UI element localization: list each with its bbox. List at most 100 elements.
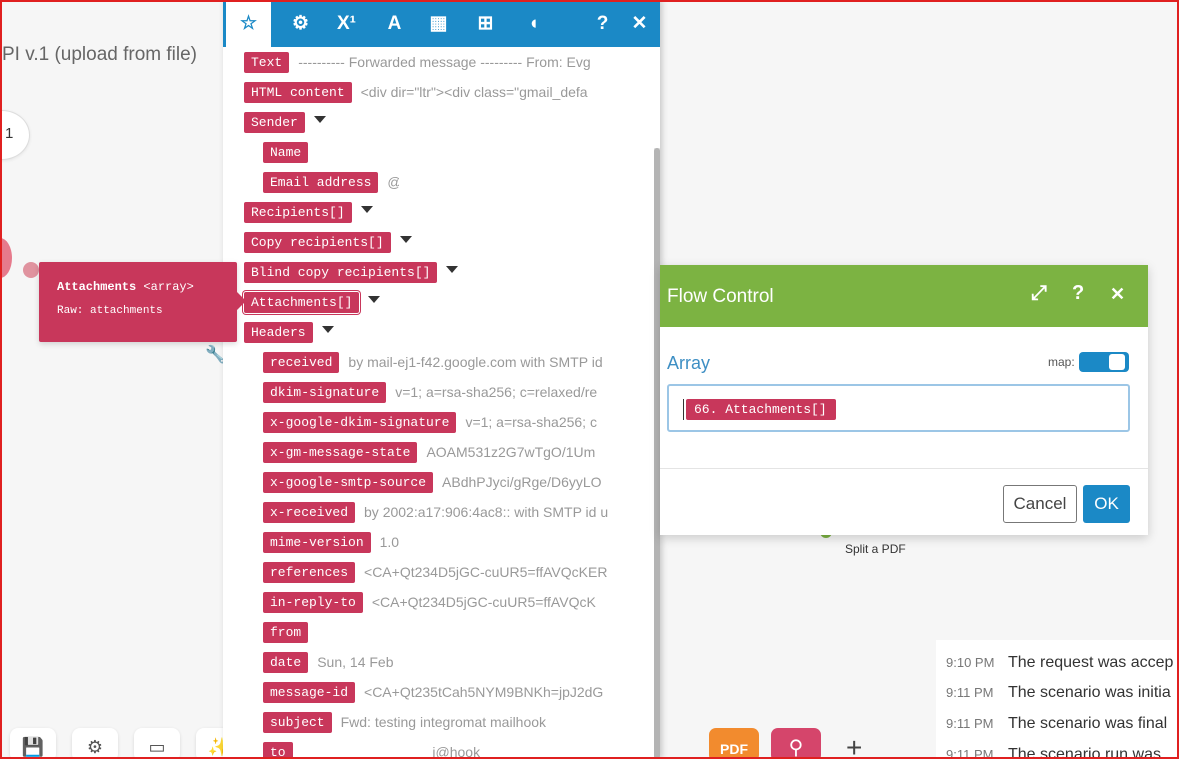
field-row[interactable]: x-google-smtp-source ABdhPJyci/gRge/D6yyL…: [263, 472, 602, 494]
field-pill[interactable]: x-google-dkim-signature: [263, 412, 457, 433]
array-input[interactable]: 66. Attachments[]: [667, 384, 1130, 432]
touch-icon[interactable]: ◖: [511, 0, 556, 47]
log-time: 9:10 PM: [946, 655, 995, 670]
field-pill[interactable]: mime-version: [263, 532, 371, 553]
field-row[interactable]: x-received by 2002:a17:906:4ac8:: with SM…: [263, 502, 608, 524]
field-pill[interactable]: Email address: [263, 172, 379, 193]
field-row[interactable]: references <CA+Qt234D5jGC-cuUR5=ffAVQcKER: [263, 562, 607, 584]
dialog-footer-divider: [660, 468, 1148, 469]
field-row[interactable]: in-reply-to <CA+Qt234D5jGC-cuUR5=ffAVQcK: [263, 592, 596, 614]
field-pill[interactable]: Name: [263, 142, 309, 163]
field-value: ---------- Forwarded message --------- F…: [298, 54, 591, 70]
array-mapped-value[interactable]: 66. Attachments[]: [683, 399, 836, 420]
log-time: 9:11 PM: [946, 716, 994, 731]
field-pill[interactable]: received: [263, 352, 340, 373]
field-row[interactable]: subject Fwd: testing integromat mailhook: [263, 712, 546, 734]
cancel-button[interactable]: Cancel: [1003, 485, 1077, 523]
close-icon[interactable]: ✕: [1110, 284, 1125, 305]
field-row[interactable]: Recipients[]: [244, 202, 373, 224]
field-row[interactable]: Headers: [244, 322, 334, 344]
notes-icon[interactable]: ▭: [134, 728, 180, 759]
field-pill[interactable]: x-gm-message-state: [263, 442, 418, 463]
expand-caret-icon[interactable]: [313, 116, 326, 123]
connection-dot: [23, 262, 39, 278]
expand-icon[interactable]: ⤢: [1031, 282, 1047, 305]
pdf-module-icon[interactable]: PDF: [709, 728, 759, 759]
split-pdf-label: Split a PDF: [845, 542, 906, 556]
dialog-header: Flow Control ⤢ ? ✕: [660, 265, 1148, 327]
field-pill[interactable]: Text: [244, 52, 290, 73]
field-pill[interactable]: x-google-smtp-source: [263, 472, 434, 493]
expand-caret-icon[interactable]: [368, 296, 381, 303]
tooltip-type: <array>: [143, 280, 194, 294]
field-row[interactable]: HTML content <div dir="ltr"><div class="g…: [244, 82, 588, 104]
dialog-title: Flow Control: [667, 286, 774, 307]
table-icon[interactable]: ⊞: [463, 0, 508, 47]
field-pill[interactable]: Blind copy recipients[]: [244, 262, 438, 283]
field-pill[interactable]: message-id: [263, 682, 356, 703]
field-pill[interactable]: Headers: [244, 322, 313, 343]
gear-icon[interactable]: ⚙: [72, 728, 118, 759]
calendar-icon[interactable]: ▦: [416, 0, 461, 47]
field-pill[interactable]: x-received: [263, 502, 356, 523]
field-row[interactable]: date Sun, 14 Feb: [263, 652, 394, 674]
close-icon[interactable]: ✕: [617, 0, 660, 47]
expand-caret-icon[interactable]: [446, 266, 459, 273]
field-row[interactable]: Text ---------- Forwarded message -------…: [244, 52, 591, 74]
field-value: <div dir="ltr"><div class="gmail_defa: [360, 84, 588, 100]
field-row[interactable]: Copy recipients[]: [244, 232, 412, 254]
field-pill[interactable]: from: [263, 622, 309, 643]
add-module-icon[interactable]: +: [846, 734, 862, 759]
log-entry: 9:11 PM The scenario was initia: [946, 684, 1171, 706]
field-pill[interactable]: subject: [263, 712, 332, 733]
field-pill[interactable]: Recipients[]: [244, 202, 352, 223]
log-message: The scenario was initia: [1008, 684, 1171, 701]
flow-control-module-icon[interactable]: ⚲: [771, 728, 821, 759]
field-row[interactable]: x-gm-message-state AOAM531z2G7wTgO/1Um: [263, 442, 595, 464]
map-toggle[interactable]: [1079, 352, 1129, 372]
field-row[interactable]: Blind copy recipients[]: [244, 262, 459, 284]
field-pill[interactable]: references: [263, 562, 356, 583]
save-icon[interactable]: 💾: [10, 728, 56, 759]
help-icon[interactable]: ?: [1072, 282, 1084, 305]
field-row[interactable]: mime-version 1.0: [263, 532, 399, 554]
field-pill[interactable]: to: [263, 742, 293, 759]
module-title: PI v.1 (upload from file): [2, 44, 198, 65]
field-pill[interactable]: dkim-signature: [263, 382, 387, 403]
expand-caret-icon[interactable]: [360, 206, 373, 213]
field-row[interactable]: Name: [263, 142, 309, 164]
field-pill[interactable]: date: [263, 652, 309, 673]
expand-caret-icon[interactable]: [399, 236, 412, 243]
field-row[interactable]: x-google-dkim-signature v=1; a=rsa-sha256…: [263, 412, 597, 434]
field-row[interactable]: Sender: [244, 112, 326, 134]
array-field-label: Array: [667, 353, 711, 373]
attachments-tooltip: Attachments <array> Raw: attachments: [39, 262, 246, 342]
field-row[interactable]: Attachments[]: [244, 292, 381, 314]
field-row[interactable]: received by mail-ej1-f42.google.com with …: [263, 352, 603, 374]
field-value: ABdhPJyci/gRge/D6yyLO: [442, 474, 602, 490]
map-toggle-label: map:: [1048, 355, 1075, 369]
module-number-bubble[interactable]: 1: [0, 110, 30, 160]
field-value: <CA+Qt235tCah5NYM9BNKh=jpJ2dG: [364, 684, 604, 700]
log-entry: 9:10 PM The request was accep: [946, 654, 1173, 676]
field-row[interactable]: dkim-signature v=1; a=rsa-sha256; c=relax…: [263, 382, 597, 404]
log-message: The request was accep: [1008, 654, 1174, 671]
expand-caret-icon[interactable]: [321, 326, 334, 333]
field-pill[interactable]: Sender: [244, 112, 305, 133]
log-entry: 9:11 PM The scenario was final: [946, 715, 1167, 737]
star-icon[interactable]: ☆: [226, 2, 271, 47]
log-entry: 9:11 PM The scenario run was: [946, 746, 1161, 759]
tooltip-name: Attachments: [57, 280, 137, 294]
field-row[interactable]: message-id <CA+Qt235tCah5NYM9BNKh=jpJ2dG: [263, 682, 603, 704]
field-pill[interactable]: HTML content: [244, 82, 352, 103]
field-pill[interactable]: Attachments[]: [244, 292, 360, 313]
email-module-node[interactable]: [0, 238, 12, 278]
field-pill[interactable]: in-reply-to: [263, 592, 363, 613]
ok-button[interactable]: OK: [1083, 485, 1130, 523]
module-number: 1: [5, 125, 14, 142]
gear-icon[interactable]: ⚙: [278, 0, 323, 47]
tooltip-raw: Raw: attachments: [57, 305, 163, 317]
text-icon[interactable]: A: [372, 0, 417, 47]
field-pill[interactable]: Copy recipients[]: [244, 232, 391, 253]
superscript-icon[interactable]: X¹: [324, 0, 369, 47]
